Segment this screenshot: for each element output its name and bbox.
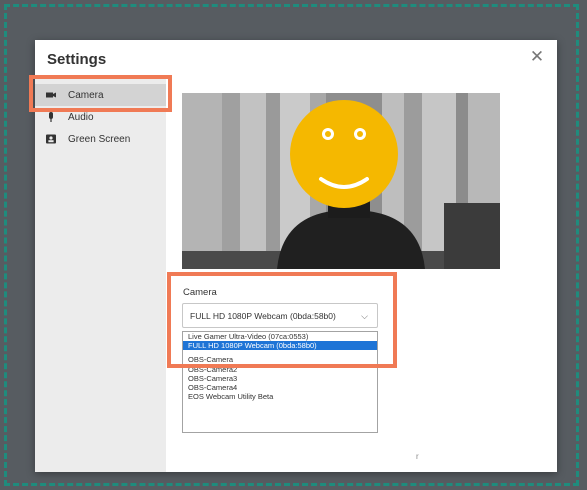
highlight-box-camera bbox=[167, 272, 397, 368]
close-button[interactable]: ✕ bbox=[529, 47, 545, 66]
sidebar: Camera Audio Green Screen bbox=[35, 77, 166, 472]
smiley-face-icon bbox=[290, 100, 398, 208]
dropdown-option[interactable]: OBS-Camera3 bbox=[183, 374, 377, 383]
sidebar-item-label: Audio bbox=[68, 111, 94, 123]
close-icon: ✕ bbox=[529, 47, 545, 66]
highlight-box-sidebar bbox=[29, 75, 172, 112]
microphone-icon bbox=[45, 111, 57, 123]
partial-text: r bbox=[416, 452, 419, 461]
dropdown-option[interactable]: OBS-Camera4 bbox=[183, 383, 377, 392]
dialog-title: Settings bbox=[47, 51, 107, 68]
sidebar-item-green-screen[interactable]: Green Screen bbox=[35, 128, 166, 150]
dropdown-option[interactable]: EOS Webcam Utility Beta bbox=[183, 392, 377, 401]
green-screen-icon bbox=[45, 133, 57, 145]
sidebar-item-label: Green Screen bbox=[68, 133, 131, 145]
